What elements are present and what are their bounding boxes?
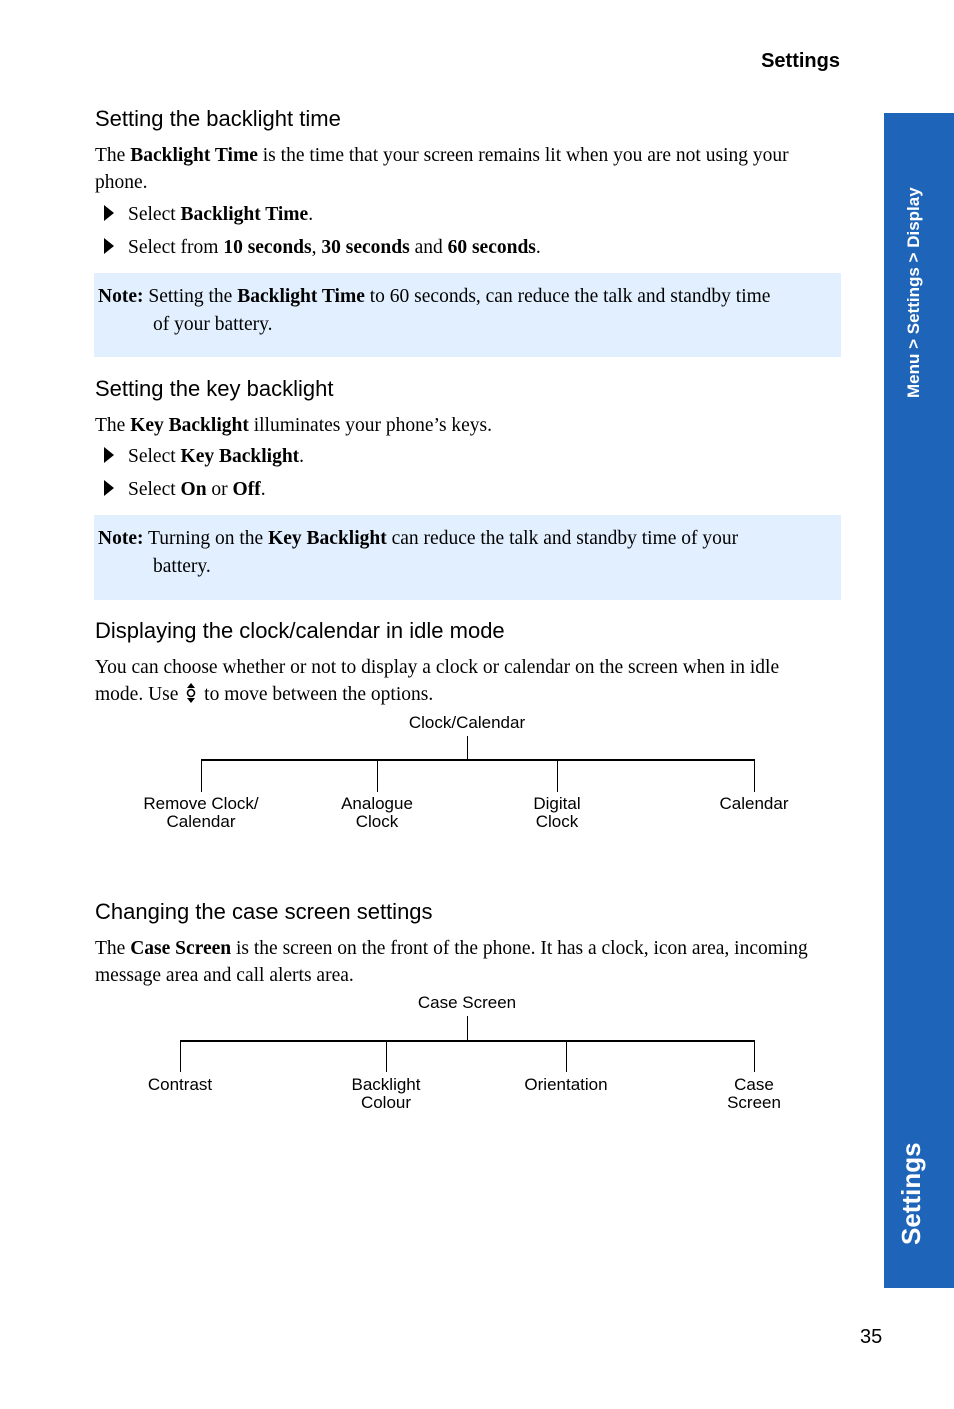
tree-connector — [377, 760, 378, 792]
tree-child: Orientation — [524, 1075, 608, 1094]
heading-key-backlight: Setting the key backlight — [95, 376, 334, 401]
step-item: Select Backlight Time. — [104, 204, 313, 226]
paragraph-key-backlight-intro: The Key Backlight illuminates your phone… — [95, 415, 493, 436]
running-head: Settings — [761, 50, 840, 72]
paragraph-backlight-intro: The Backlight Time is the time that your… — [95, 145, 789, 193]
page-number: 35 — [860, 1326, 883, 1348]
bullet-arrow-icon — [104, 238, 114, 254]
tree-child: Backlight Colour — [351, 1075, 421, 1112]
step-item: Select On or Off. — [104, 479, 266, 501]
tree-connector — [557, 760, 558, 792]
tree-connector — [467, 736, 468, 760]
note-box: Note: Setting the Backlight Time to 60 s… — [94, 273, 841, 357]
note-box: Note: Turning on the Key Backlight can r… — [94, 515, 841, 600]
tree-connector — [386, 1041, 387, 1072]
tree-connector — [201, 760, 202, 792]
side-tab-section-title: Settings — [896, 1142, 926, 1245]
tree-connector — [201, 759, 755, 761]
tree-connector — [180, 1041, 181, 1072]
tree-connector — [754, 760, 755, 792]
tree-child: Calendar — [719, 794, 789, 813]
paragraph-case-screen-intro: The Case Screen is the screen on the fro… — [95, 938, 808, 986]
heading-case-screen: Changing the case screen settings — [95, 899, 433, 924]
tree-root: Case Screen — [417, 993, 517, 1012]
tree-connector — [754, 1041, 755, 1072]
tree-child: Case Screen — [727, 1075, 781, 1112]
bullet-arrow-icon — [104, 447, 114, 463]
tree-connector — [467, 1016, 468, 1041]
side-tab-breadcrumb: Menu > Settings > Display — [904, 187, 923, 398]
side-tab: Menu > Settings > Display Settings — [884, 113, 954, 1288]
tree-connector — [180, 1040, 755, 1042]
bullet-arrow-icon — [104, 480, 114, 496]
tree-child: Digital Clock — [533, 794, 581, 831]
bullet-arrow-icon — [104, 205, 114, 221]
step-item: Select Key Backlight. — [104, 446, 304, 468]
tree-child: Contrast — [147, 1075, 213, 1094]
paragraph-clock-calendar-intro: You can choose whether or not to display… — [95, 657, 780, 705]
tree-child: Remove Clock/Calendar — [143, 794, 259, 831]
tree-child: Analogue Clock — [341, 794, 413, 831]
tree-connector — [566, 1041, 567, 1072]
tree-root: Clock/Calendar — [408, 713, 526, 732]
heading-clock-calendar: Displaying the clock/calendar in idle mo… — [95, 618, 505, 643]
up-down-navigation-key-icon — [186, 683, 196, 703]
step-item: Select from 10 seconds, 30 seconds and 6… — [104, 237, 541, 259]
heading-backlight-time: Setting the backlight time — [95, 106, 341, 131]
